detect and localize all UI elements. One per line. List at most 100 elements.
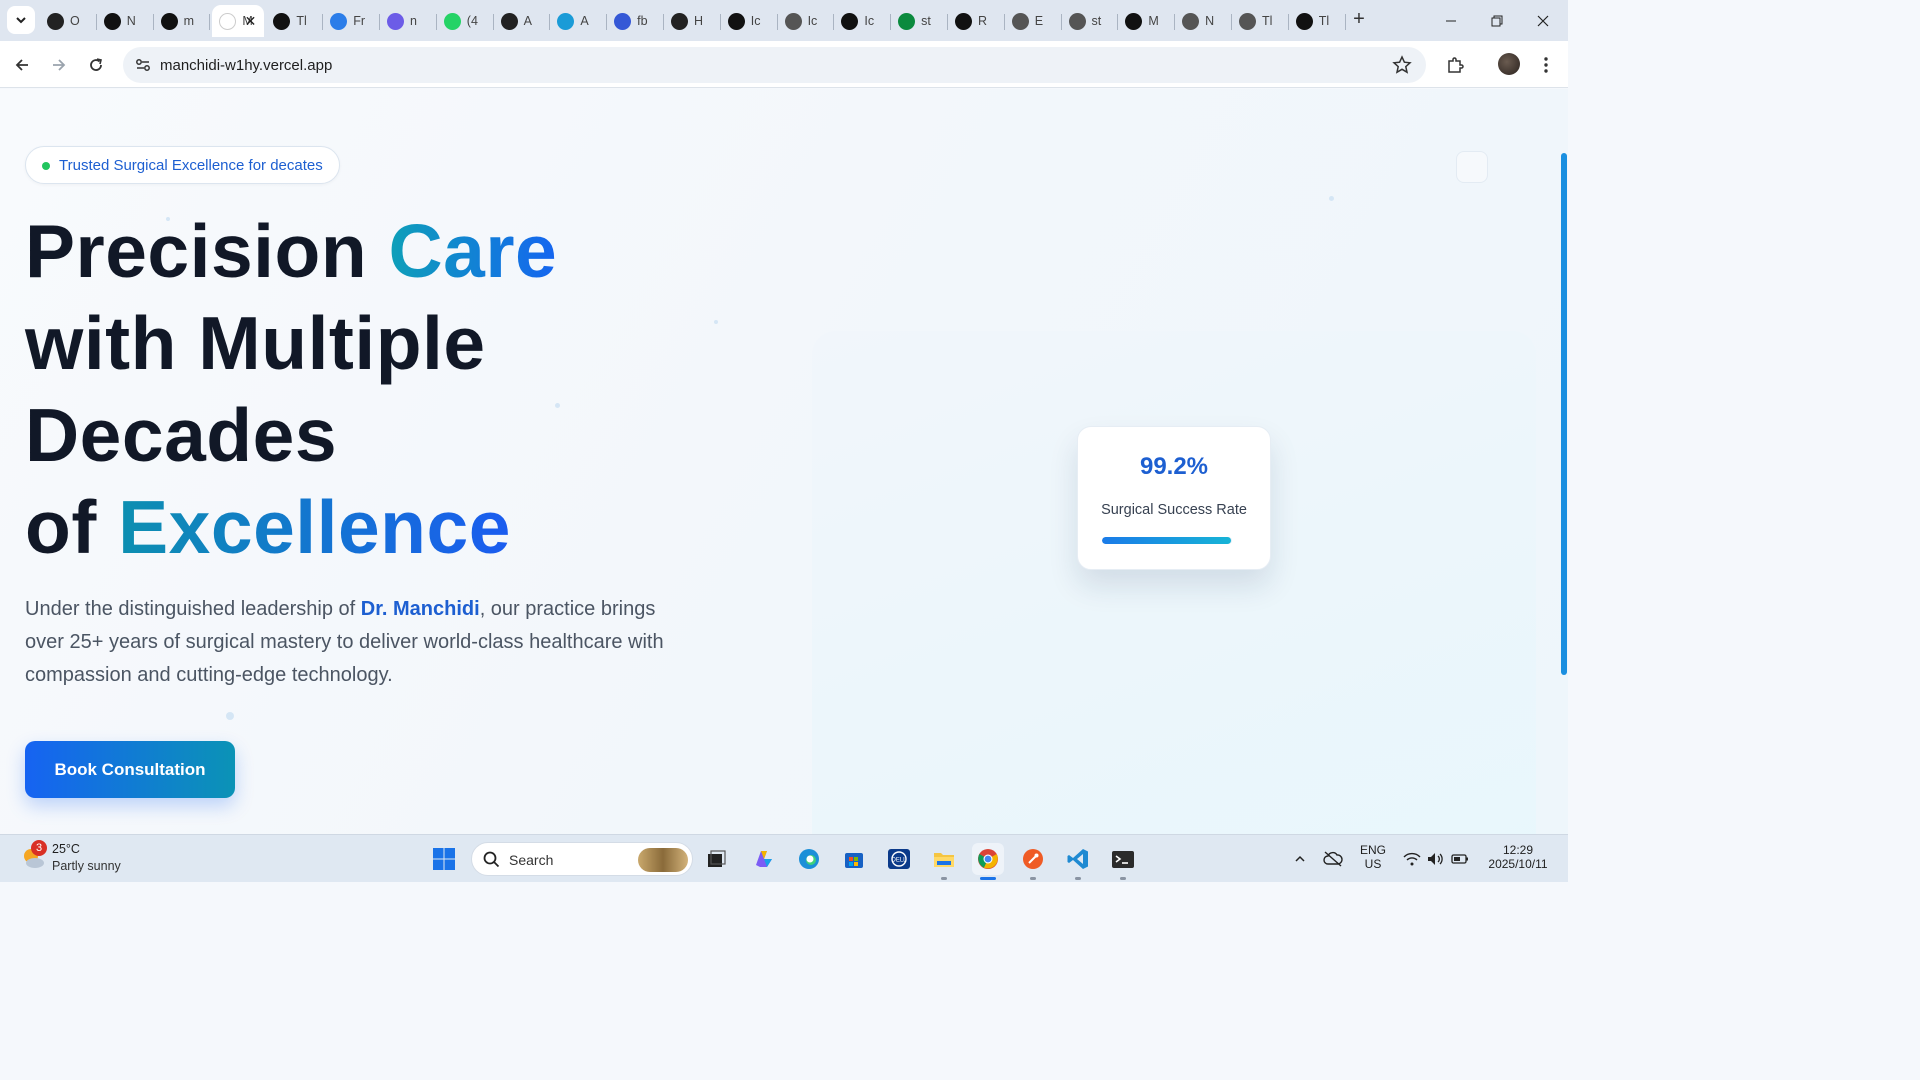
browser-tab[interactable]: Tl	[266, 5, 323, 37]
tab-search-button[interactable]	[7, 6, 35, 34]
extensions-button[interactable]	[1442, 52, 1468, 78]
copilot-app[interactable]	[748, 843, 780, 875]
browser-tab[interactable]: A	[494, 5, 551, 37]
web-page: Trusted Surgical Excellence for decates …	[0, 89, 1568, 834]
profile-avatar[interactable]	[1498, 53, 1520, 75]
c-logo-icon	[330, 12, 348, 30]
browser-tab-bar: O Nm M ✕ Tl Fr n (4 A Afb H Ic Ic Ic st R Est M N Tl Tl +	[0, 0, 1568, 41]
triangle-logo-icon	[727, 12, 745, 30]
hero-visual-panel	[812, 331, 1536, 834]
minimize-button[interactable]	[1428, 0, 1474, 41]
edge-icon	[799, 849, 819, 869]
browser-tab[interactable]: st	[1062, 5, 1119, 37]
hero-title: Precision Care with Multiple Decades of …	[25, 205, 557, 573]
bookmark-star-icon[interactable]	[1392, 55, 1412, 75]
tab-title: O	[70, 14, 80, 28]
browser-tab[interactable]: Ic	[778, 5, 835, 37]
whatsapp-icon	[443, 12, 461, 30]
weather-description[interactable]: Partly sunny	[52, 859, 121, 873]
arrow-left-icon	[15, 59, 28, 71]
browser-tab[interactable]: M ✕	[212, 5, 265, 37]
browser-tab[interactable]: R	[948, 5, 1005, 37]
clock-time: 12:29	[1502, 843, 1534, 857]
browser-tab[interactable]: fb	[607, 5, 664, 37]
terminal-app[interactable]	[1107, 843, 1139, 880]
app-indicator	[1030, 877, 1036, 880]
tab-title: A	[580, 14, 589, 28]
postman-app[interactable]	[1017, 843, 1049, 880]
tab-title: H	[693, 14, 703, 28]
browser-tab[interactable]: Fr	[323, 5, 380, 37]
leaf-icon	[898, 12, 916, 30]
tab-title: Ic	[864, 14, 875, 28]
start-button[interactable]	[428, 843, 460, 875]
site-settings-icon[interactable]	[133, 55, 153, 75]
copilot-icon	[756, 851, 772, 867]
browser-tab[interactable]: Ic	[721, 5, 778, 37]
browser-tab[interactable]: H	[664, 5, 721, 37]
url-text[interactable]: manchidi-w1hy.vercel.app	[160, 57, 332, 74]
browser-tab[interactable]: O	[40, 5, 97, 37]
success-rate-label: Surgical Success Rate	[1101, 502, 1247, 518]
app-indicator	[1075, 877, 1081, 880]
browser-tab[interactable]: Tl	[1289, 5, 1346, 37]
tab-title: Fr	[353, 14, 365, 28]
bird-icon	[614, 12, 632, 30]
dell-app[interactable]: DELL	[883, 843, 915, 875]
slash-icon	[670, 12, 688, 30]
browser-menu-button[interactable]	[1533, 52, 1559, 78]
reload-button[interactable]	[83, 52, 109, 78]
vscode-app[interactable]	[1062, 843, 1094, 880]
browser-tab[interactable]: Ic	[834, 5, 891, 37]
tab-title: E	[1034, 14, 1044, 28]
onedrive-status[interactable]	[1318, 843, 1348, 875]
restore-button[interactable]	[1474, 0, 1520, 41]
browser-tab[interactable]: (4	[437, 5, 494, 37]
success-rate-card: 99.2% Surgical Success Rate	[1077, 426, 1271, 570]
taskbar-search[interactable]: Search	[471, 842, 693, 876]
folder-icon	[934, 853, 954, 867]
close-tab-icon[interactable]: ✕	[245, 13, 257, 30]
book-consultation-button[interactable]: Book Consultation	[25, 741, 235, 798]
weather-temperature[interactable]: 25°C	[52, 842, 80, 856]
postman-icon	[1023, 849, 1043, 869]
store-icon	[845, 853, 863, 868]
scrollbar-thumb[interactable]	[1561, 153, 1567, 675]
browser-tab[interactable]: M	[1118, 5, 1175, 37]
browser-tab[interactable]: st	[891, 5, 948, 37]
tab-title: Tl	[296, 14, 307, 28]
browser-tab[interactable]: N	[1175, 5, 1232, 37]
browser-tab[interactable]: E	[1005, 5, 1062, 37]
task-view-button[interactable]	[700, 843, 732, 875]
page-scrollbar[interactable]	[1558, 89, 1568, 834]
address-bar[interactable]: manchidi-w1hy.vercel.app	[123, 47, 1426, 83]
title-precision: Precision	[25, 209, 389, 293]
file-explorer-app[interactable]	[928, 843, 960, 880]
chrome-app[interactable]	[972, 843, 1004, 880]
puzzle-icon	[1448, 57, 1464, 73]
clock[interactable]: 12:29 2025/10/11	[1478, 843, 1558, 871]
app-indicator	[1120, 877, 1126, 880]
browser-tab[interactable]: Tl	[1232, 5, 1289, 37]
store-app[interactable]	[838, 843, 870, 875]
quick-settings-button[interactable]	[1398, 843, 1474, 875]
browser-tab[interactable]: m	[154, 5, 211, 37]
browser-tab[interactable]: N	[97, 5, 154, 37]
title-line-2: with Multiple	[25, 301, 486, 385]
new-tab-button[interactable]: +	[1348, 8, 1370, 30]
edge-app[interactable]	[793, 843, 825, 875]
browser-tab[interactable]: A	[550, 5, 607, 37]
tab-strip: O Nm M ✕ Tl Fr n (4 A Afb H Ic Ic Ic st R Est M N Tl Tl	[40, 5, 1346, 37]
forward-button[interactable]	[46, 52, 72, 78]
language-indicator[interactable]: ENG US	[1358, 843, 1388, 871]
chevron-down-icon	[16, 17, 26, 24]
doctor-name: Dr. Manchidi	[360, 598, 480, 620]
browser-tab[interactable]: n	[380, 5, 437, 37]
cloud-off-icon	[1323, 851, 1343, 867]
show-hidden-icons-button[interactable]	[1285, 843, 1315, 875]
tab-title: m	[183, 14, 195, 28]
tab-title: M	[1148, 14, 1159, 28]
weather-notification-badge: 3	[31, 840, 47, 856]
back-button[interactable]	[9, 52, 35, 78]
close-window-button[interactable]	[1520, 0, 1566, 41]
